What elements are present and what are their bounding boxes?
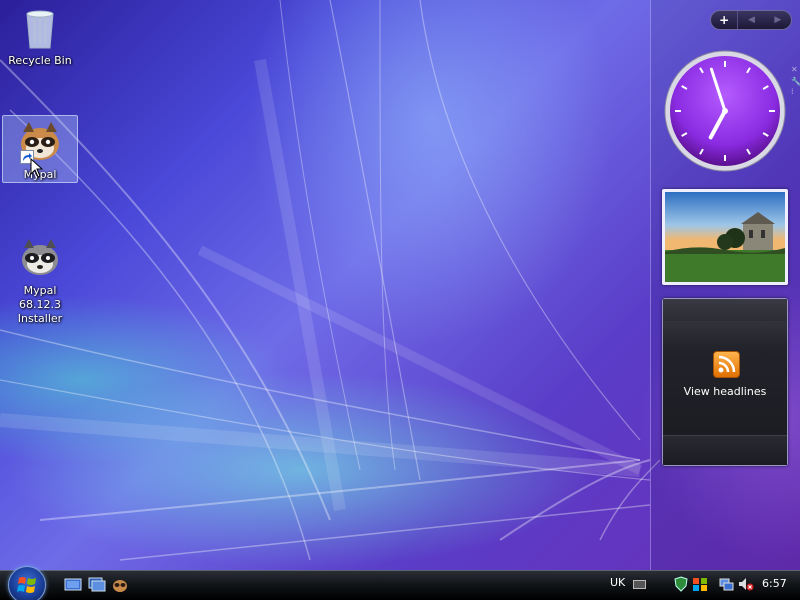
gadget-options-icon[interactable]: 🔧 [791, 78, 800, 86]
mypal-installer-label: Mypal 68.12.3 Installer [17, 284, 63, 325]
keyboard-icon[interactable] [633, 580, 646, 589]
sidebar-controls: + ◀ ▶ [710, 10, 792, 30]
gadget-drag-handle-icon[interactable]: ⁞ [791, 88, 794, 96]
show-desktop-icon[interactable] [64, 577, 82, 593]
security-shield-icon[interactable] [673, 576, 689, 592]
feed-headlines-gadget[interactable]: View headlines [662, 298, 788, 466]
feeds-header [663, 299, 787, 321]
network-icon[interactable] [719, 576, 735, 592]
mouse-cursor-icon [30, 158, 44, 178]
previous-page-button[interactable]: ◀ [738, 11, 764, 29]
windows-logo-icon [17, 577, 36, 593]
switch-windows-icon[interactable] [88, 577, 106, 593]
slideshow-gadget[interactable] [662, 189, 788, 285]
view-headlines-link[interactable]: View headlines [663, 385, 787, 398]
recycle-bin-icon-tile[interactable]: Recycle Bin [2, 2, 78, 68]
feeds-footer [663, 435, 787, 465]
rss-icon [713, 351, 740, 378]
clock-gadget[interactable] [662, 48, 788, 174]
recycle-bin-label: Recycle Bin [8, 54, 72, 67]
add-gadget-button[interactable]: + [711, 11, 739, 29]
language-indicator[interactable]: UK [610, 576, 625, 589]
taskbar-clock[interactable]: 6:57 [762, 577, 787, 590]
gadget-close-icon[interactable]: ✕ [791, 66, 798, 74]
mypal-quicklaunch-icon[interactable] [111, 577, 129, 593]
start-button[interactable] [8, 566, 46, 600]
mypal-installer-tile[interactable]: Mypal 68.12.3 Installer [2, 232, 78, 326]
next-page-button[interactable]: ▶ [765, 11, 791, 29]
raccoon-installer-icon [16, 234, 64, 282]
windows-update-icon[interactable] [692, 576, 708, 592]
recycle-bin-icon [16, 4, 64, 52]
volume-muted-icon[interactable] [738, 576, 754, 592]
